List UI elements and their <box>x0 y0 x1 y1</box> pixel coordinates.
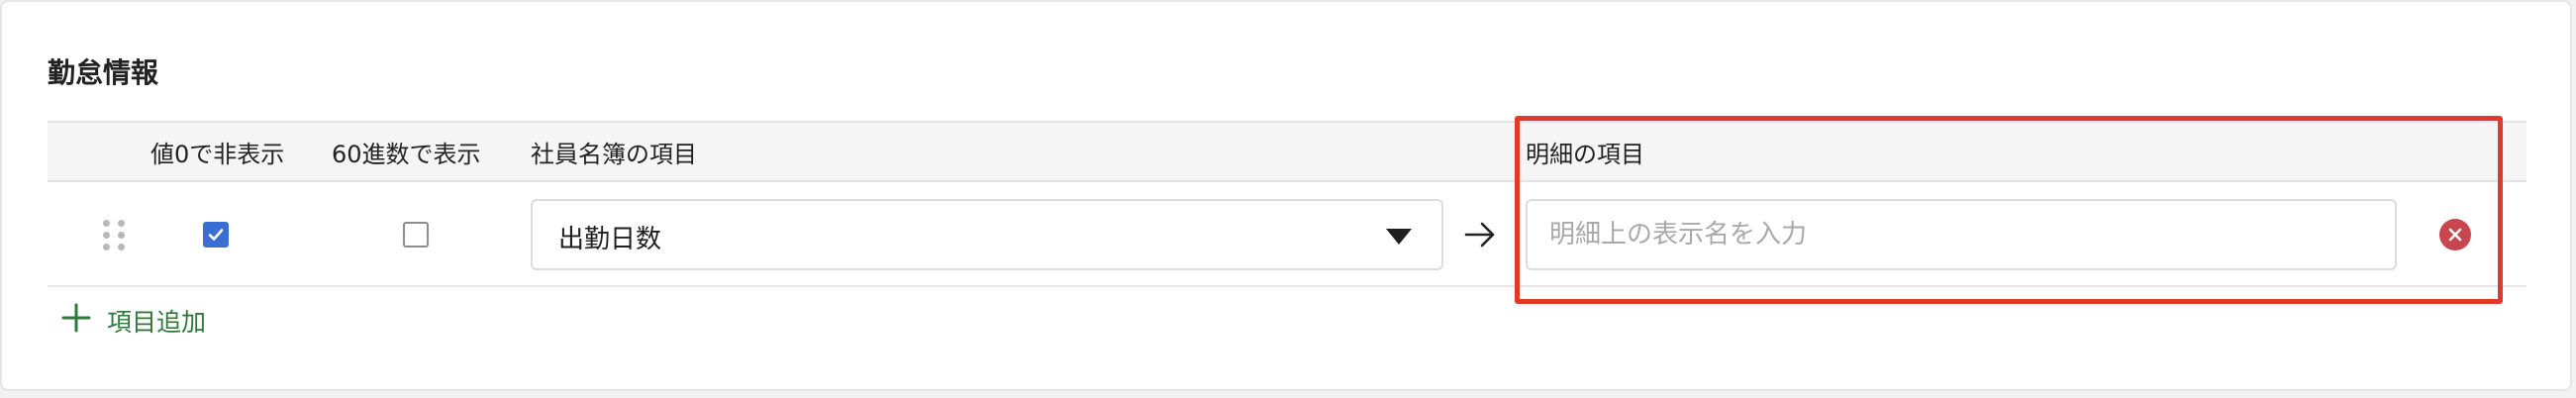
caret-down-icon <box>1386 229 1412 245</box>
highlight-box <box>1515 116 2503 304</box>
header-employee-field: 社員名簿の項目 <box>531 141 697 168</box>
plus-icon <box>61 303 91 333</box>
hide-zero-checkbox[interactable] <box>203 222 229 248</box>
employee-field-select[interactable]: 出勤日数 <box>531 199 1443 270</box>
section-title: 勤怠情報 <box>48 56 159 89</box>
drag-handle-icon[interactable] <box>101 220 129 251</box>
sexagesimal-checkbox[interactable] <box>403 222 429 248</box>
header-hide-zero: 値0で非表示 <box>150 141 285 168</box>
employee-field-value: 出勤日数 <box>558 225 662 254</box>
attendance-card: 勤怠情報 値0で非表示 60進数で表示 社員名簿の項目 明細の項目 出勤日数 明… <box>0 0 2572 391</box>
arrow-right-icon <box>1464 222 1495 248</box>
check-icon <box>208 229 224 241</box>
add-item-label: 項目追加 <box>107 308 207 337</box>
header-sexagesimal: 60進数で表示 <box>332 141 481 168</box>
